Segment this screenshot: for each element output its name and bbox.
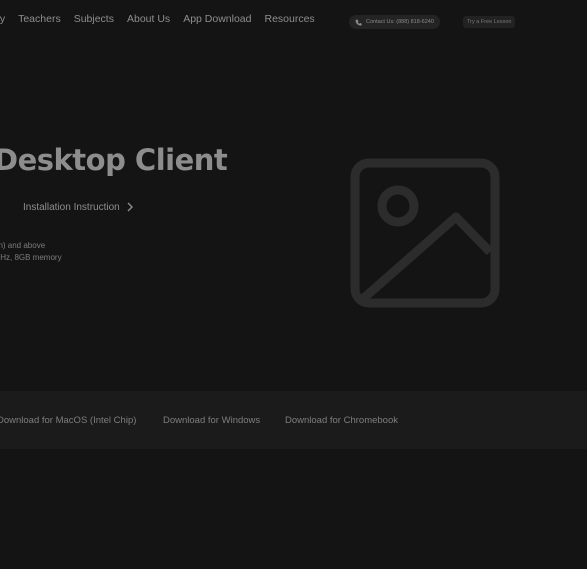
nav-item-teachers[interactable]: Teachers: [18, 13, 61, 25]
nav-item-resources[interactable]: Resources: [264, 13, 314, 25]
image-placeholder-icon: [350, 158, 500, 308]
phone-icon: [355, 19, 362, 26]
requirement-os: on) and above: [0, 241, 46, 250]
installation-instruction-link[interactable]: Installation Instruction: [23, 201, 134, 213]
download-bar: Download for MacOS (Intel Chip) Download…: [0, 391, 587, 449]
download-macos-link[interactable]: Download for MacOS (Intel Chip): [0, 415, 136, 426]
top-nav: ay Teachers Subjects About Us App Downlo…: [0, 13, 328, 25]
download-windows-link[interactable]: Download for Windows: [163, 415, 260, 426]
contact-us-label: Contact Us: (888) 818-6240: [366, 19, 434, 25]
nav-item-app-download[interactable]: App Download: [183, 13, 251, 25]
nav-item-today[interactable]: ay: [0, 13, 5, 25]
download-chromebook-link[interactable]: Download for Chromebook: [285, 415, 398, 426]
nav-item-about-us[interactable]: About Us: [127, 13, 170, 25]
page-title: Desktop Client: [0, 143, 228, 177]
installation-instruction-label: Installation Instruction: [23, 201, 120, 213]
requirement-hardware: GHz, 8GB memory: [0, 253, 62, 262]
free-lesson-button[interactable]: Try a Free Lesson: [463, 16, 516, 28]
free-lesson-label: Try a Free Lesson: [467, 19, 512, 25]
chevron-right-icon: [127, 202, 133, 212]
contact-us-button[interactable]: Contact Us: (888) 818-6240: [349, 15, 440, 29]
nav-item-subjects[interactable]: Subjects: [74, 13, 114, 25]
